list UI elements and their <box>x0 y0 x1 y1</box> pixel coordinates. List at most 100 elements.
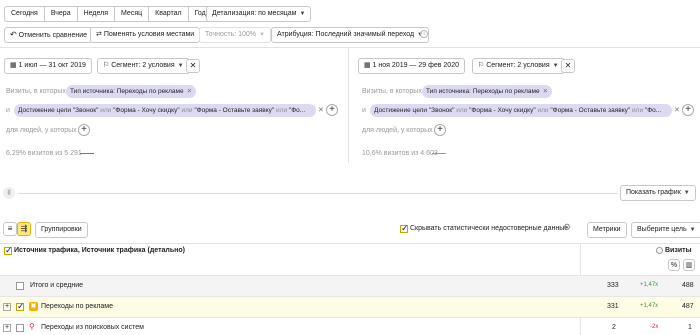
period-month[interactable]: Месяц <box>115 7 150 21</box>
list-view-icon[interactable]: ≡ <box>3 222 17 236</box>
chart-divider <box>18 193 618 194</box>
chevron-down-icon: ▼ <box>259 32 265 38</box>
right-source-pill[interactable]: Тип источника: Переходы по рекламе ✕ <box>422 85 553 98</box>
show-chart-label: Показать график <box>626 189 681 196</box>
right-goal-2: "Форма - Хочу скидку" <box>469 107 536 114</box>
row-label: Переходы по рекламе <box>41 303 114 310</box>
calendar-icon: ▦ <box>10 62 17 69</box>
row-value-period2: 1 <box>688 324 692 331</box>
metrics-button[interactable]: Метрики <box>587 222 627 238</box>
percent-toggle-icon[interactable]: % <box>668 259 680 271</box>
left-goal-prefix: Достижение цели <box>18 107 72 114</box>
row-value-period2: 488 <box>682 282 694 289</box>
left-segment-close-icon[interactable]: ✕ <box>186 59 200 73</box>
cancel-compare-button[interactable]: ↶ Отменить сравнение <box>4 27 94 43</box>
choose-goal-button[interactable]: Выберите цель ▼ <box>631 222 700 238</box>
show-chart-button[interactable]: Показать график ▼ <box>620 185 696 201</box>
left-source-pill[interactable]: Тип источника: Переходы по рекламе ✕ <box>66 85 197 98</box>
header-checkbox[interactable] <box>4 245 13 256</box>
chart-bar-icon[interactable]: ▥ <box>683 259 695 271</box>
left-add-condition-plus-icon[interactable]: + <box>326 104 338 116</box>
right-segment-button[interactable]: ⚐ Сегмент: 2 условия ▼ <box>472 58 565 74</box>
right-date-label: 1 ноя 2019 — 29 фев 2020 <box>372 62 459 69</box>
metric-header-visits[interactable]: Визиты <box>665 247 692 254</box>
right-segment-close-icon[interactable]: ✕ <box>561 59 575 73</box>
right-add-condition-plus-icon[interactable]: + <box>682 104 694 116</box>
row-ratio: -2x <box>650 324 659 330</box>
segment-icon: ⚐ <box>478 62 485 69</box>
accuracy-label: Точность: 100% <box>205 31 257 38</box>
right-add-people-plus-icon[interactable]: + <box>434 124 446 136</box>
close-icon[interactable]: ✕ <box>318 106 324 114</box>
period-week[interactable]: Неделя <box>78 7 116 21</box>
sort-radio-icon[interactable] <box>656 247 663 254</box>
period-today[interactable]: Сегодня <box>5 7 45 21</box>
right-goal-pill[interactable]: Достижение цели "Звонок" или "Форма - Хо… <box>370 104 672 117</box>
metrics-label: Метрики <box>593 226 621 233</box>
left-goal-pill[interactable]: Достижение цели "Звонок" или "Форма - Хо… <box>14 104 316 117</box>
accuracy-select[interactable]: Точность: 100% ▼ <box>199 27 271 43</box>
right-or-1: или <box>456 107 468 114</box>
right-goal-prefix: Достижение цели <box>374 107 428 114</box>
gear-icon[interactable]: ⚙ <box>563 222 571 233</box>
row-ratio: +1,47x <box>640 282 659 288</box>
left-goal-2: "Форма - Хочу скидку" <box>113 107 180 114</box>
chart-toggle-icon[interactable]: ▮ <box>3 187 15 199</box>
right-people-label: для людей, у которых <box>362 127 433 134</box>
left-date-button[interactable]: ▦ 1 июл — 31 окт 2019 <box>4 58 92 74</box>
detail-select-label: Детализация: по месяцам <box>212 10 297 17</box>
close-icon[interactable]: ✕ <box>187 88 192 95</box>
close-icon[interactable]: ✕ <box>674 106 680 114</box>
expand-plus-icon[interactable]: + <box>3 324 11 332</box>
right-or-2: или <box>537 107 549 114</box>
left-goal-3: "Форма - Оставьте заявку" <box>194 107 275 114</box>
right-visits-label: Визиты, в которых <box>362 88 422 95</box>
period-yesterday[interactable]: Вчера <box>45 7 78 21</box>
right-summary: 10,6% визитов из 4 603 <box>362 150 438 157</box>
groupings-button[interactable]: Группировки <box>35 222 88 238</box>
swap-conditions-label: Поменять условия местами <box>103 31 195 38</box>
left-source-pill-label: Тип источника: Переходы по рекламе <box>70 88 184 95</box>
row-checkbox[interactable] <box>16 324 24 332</box>
left-goal-4: "Фо... <box>288 107 306 114</box>
left-visits-label: Визиты, в которых <box>6 88 66 95</box>
table-row: + ▣ Переходы по рекламе 331 +1,47x 487 <box>0 296 700 317</box>
segment-icon: ⚐ <box>103 62 110 69</box>
chevron-down-icon: ▼ <box>683 190 690 196</box>
tree-view-icon[interactable]: ⇶ <box>17 222 31 236</box>
chevron-down-icon: ▼ <box>552 63 559 69</box>
left-segment-button[interactable]: ⚐ Сегмент: 2 условия ▼ <box>97 58 190 74</box>
right-or-3: или <box>632 107 644 114</box>
right-segment-label: Сегмент: 2 условия <box>486 62 550 69</box>
close-icon[interactable]: ✕ <box>543 88 548 95</box>
left-or-1: или <box>100 107 112 114</box>
left-add-people-plus-icon[interactable]: + <box>78 124 90 136</box>
period-selector: Сегодня Вчера Неделя Месяц Квартал Год <box>4 6 213 22</box>
row-checkbox[interactable] <box>16 301 25 312</box>
detail-select[interactable]: Детализация: по месяцам ▼ <box>206 6 312 22</box>
row-checkbox[interactable] <box>16 282 24 290</box>
left-or-3: или <box>276 107 288 114</box>
right-source-pill-label: Тип источника: Переходы по рекламе <box>426 88 540 95</box>
info-icon[interactable]: i <box>420 30 428 38</box>
divider <box>0 47 700 48</box>
left-date-label: 1 июл — 31 окт 2019 <box>18 62 86 69</box>
row-value-period1: 331 <box>607 303 619 310</box>
chevron-down-icon: ▼ <box>299 11 306 17</box>
left-and-label: и <box>6 107 10 114</box>
row-value-period1: 333 <box>607 282 619 289</box>
period-quarter[interactable]: Квартал <box>149 7 189 21</box>
chevron-down-icon: ▼ <box>689 227 696 233</box>
cancel-compare-label: Отменить сравнение <box>18 32 88 39</box>
attribution-select[interactable]: Атрибуция: Последний значимый переход ▼ <box>271 27 430 43</box>
chevron-down-icon: ▼ <box>177 63 184 69</box>
expand-plus-icon[interactable]: + <box>3 303 11 311</box>
search-icon: ⚲ <box>29 322 35 331</box>
ad-source-icon: ▣ <box>29 302 38 311</box>
table-row: Итого и средние 333 +1,47x 488 <box>0 275 700 296</box>
hide-unreliable-checkbox[interactable] <box>400 223 409 234</box>
hide-unreliable-label: Скрывать статистически недостоверные дан… <box>410 225 569 232</box>
right-goal-4: "Фо... <box>644 107 662 114</box>
swap-conditions-button[interactable]: ⇄ Поменять условия местами <box>90 27 201 43</box>
right-date-button[interactable]: ▦ 1 ноя 2019 — 29 фев 2020 <box>358 58 465 74</box>
